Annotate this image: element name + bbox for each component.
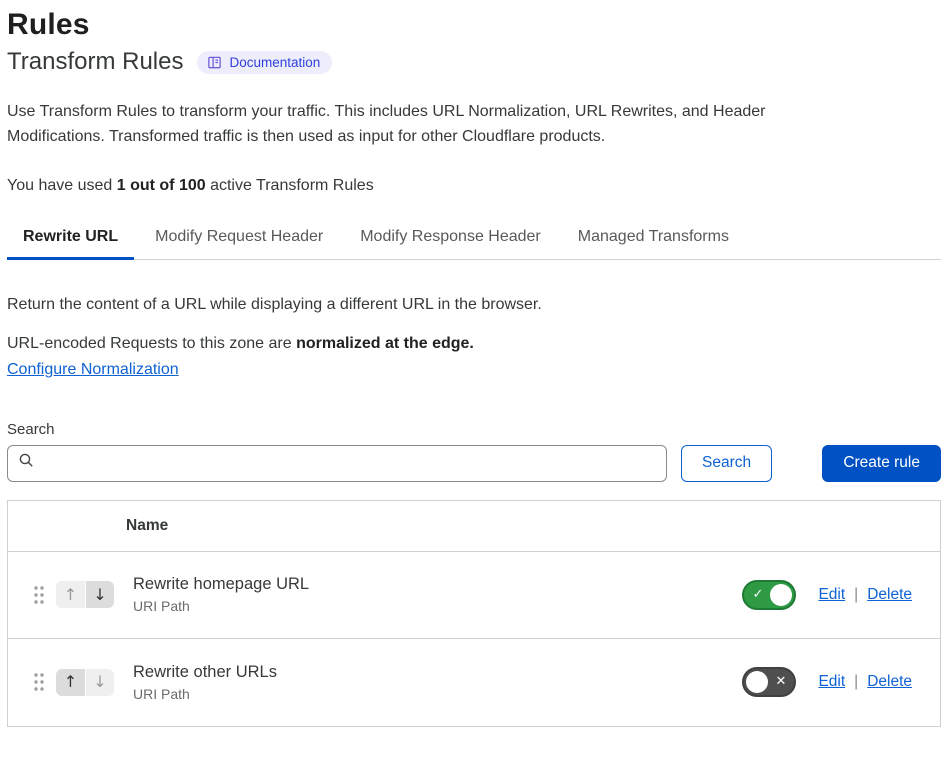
table-row: ↑ ↓ Rewrite other URLs URI Path ✕ Edit |… <box>8 639 940 726</box>
panel-description: Return the content of a URL while displa… <box>7 296 941 314</box>
rule-name: Rewrite homepage URL <box>133 575 742 594</box>
documentation-badge[interactable]: Documentation <box>197 51 332 74</box>
move-button-group: ↑ ↓ <box>56 669 114 696</box>
move-down-button[interactable]: ↓ <box>85 581 114 608</box>
row-actions: Edit | Delete <box>818 586 912 604</box>
move-button-group: ↑ ↓ <box>56 581 114 608</box>
usage-count: 1 out of 100 <box>117 177 206 194</box>
documentation-badge-label: Documentation <box>229 55 320 70</box>
usage-line: You have used 1 out of 100 active Transf… <box>7 177 941 195</box>
column-header-name: Name <box>126 517 168 535</box>
row-right: ✓ Edit | Delete <box>742 580 912 610</box>
create-rule-button[interactable]: Create rule <box>822 445 941 482</box>
tab-modify-response-header[interactable]: Modify Response Header <box>344 218 557 259</box>
toggle-knob <box>770 584 792 606</box>
row-reorder-controls: ↑ ↓ <box>32 669 126 696</box>
tab-modify-request-header[interactable]: Modify Request Header <box>139 218 339 259</box>
move-up-button[interactable]: ↑ <box>56 669 85 696</box>
action-separator: | <box>854 673 858 691</box>
page-title: Rules <box>7 8 941 42</box>
search-input[interactable] <box>43 455 656 472</box>
move-down-button: ↓ <box>85 669 114 696</box>
intro-description: Use Transform Rules to transform your tr… <box>7 100 807 150</box>
rule-info: Rewrite other URLs URI Path <box>126 663 742 702</box>
search-label: Search <box>7 421 941 438</box>
controls-row: Search Create rule <box>7 445 941 482</box>
search-icon <box>18 452 43 474</box>
move-up-button: ↑ <box>56 581 85 608</box>
action-separator: | <box>854 586 858 604</box>
table-row: ↑ ↓ Rewrite homepage URL URI Path ✓ Edit… <box>8 552 940 639</box>
row-reorder-controls: ↑ ↓ <box>32 581 126 608</box>
page-subtitle: Transform Rules <box>7 48 183 76</box>
check-icon: ✓ <box>752 587 763 602</box>
delete-link[interactable]: Delete <box>867 586 912 604</box>
tab-rewrite-url[interactable]: Rewrite URL <box>7 218 134 259</box>
normalization-bold: normalized at the edge. <box>296 335 474 352</box>
drag-handle-icon[interactable] <box>32 584 46 606</box>
rule-enabled-toggle[interactable]: ✓ <box>742 580 796 610</box>
row-actions: Edit | Delete <box>818 673 912 691</box>
configure-normalization-link[interactable]: Configure Normalization <box>7 361 179 379</box>
rule-type: URI Path <box>133 598 742 614</box>
delete-link[interactable]: Delete <box>867 673 912 691</box>
rule-enabled-toggle[interactable]: ✕ <box>742 667 796 697</box>
search-box <box>7 445 667 482</box>
tab-bar: Rewrite URL Modify Request Header Modify… <box>7 218 941 260</box>
rule-type: URI Path <box>133 686 742 702</box>
rules-table: Name ↑ ↓ Rewrite homepage URL URI Path ✓ <box>7 500 941 727</box>
tab-managed-transforms[interactable]: Managed Transforms <box>562 218 745 259</box>
toggle-knob <box>746 671 768 693</box>
search-button[interactable]: Search <box>681 445 772 482</box>
subtitle-row: Transform Rules Documentation <box>7 48 941 76</box>
cross-icon: ✕ <box>776 674 787 689</box>
rule-name: Rewrite other URLs <box>133 663 742 682</box>
rule-info: Rewrite homepage URL URI Path <box>126 575 742 614</box>
book-icon <box>207 55 222 70</box>
table-header-row: Name <box>8 501 940 552</box>
normalization-status: URL-encoded Requests to this zone are no… <box>7 335 941 353</box>
drag-handle-icon[interactable] <box>32 671 46 693</box>
edit-link[interactable]: Edit <box>818 586 845 604</box>
row-right: ✕ Edit | Delete <box>742 667 912 697</box>
edit-link[interactable]: Edit <box>818 673 845 691</box>
